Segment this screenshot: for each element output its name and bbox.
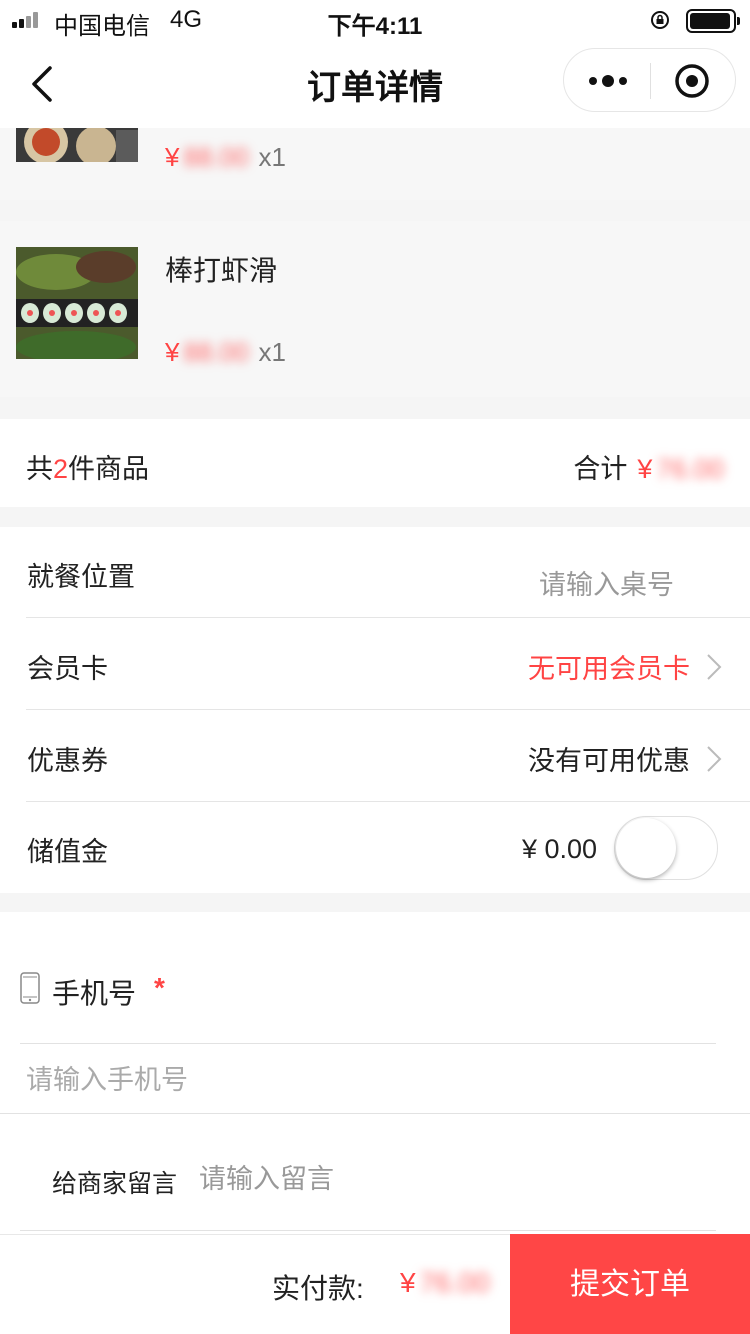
chevron-right-icon (707, 746, 722, 772)
more-icon[interactable] (586, 69, 630, 93)
product-item[interactable]: 棒打虾滑 ¥88.00 x1 (0, 221, 750, 397)
rotation-lock-icon (651, 11, 669, 29)
item-count: 共2件商品 (26, 454, 150, 484)
stored-value-toggle[interactable] (614, 816, 718, 880)
nav-bar: 订单详情 (0, 40, 750, 128)
battery-icon (686, 9, 740, 33)
status-time: 下午4:11 (327, 13, 423, 40)
stored-value-label: 储值金 (27, 837, 108, 867)
divider (20, 1230, 716, 1231)
phone-label: 手机号 (52, 978, 137, 1009)
coupon-label: 优惠券 (27, 746, 108, 776)
required-mark: * (154, 972, 165, 1003)
message-label: 给商家留言 (52, 1170, 178, 1198)
stored-value-amount: ¥ 0.00 (522, 834, 598, 864)
order-summary: 共2件商品 合计 ¥76.00 (0, 419, 750, 507)
product-image (16, 247, 138, 359)
member-card-row[interactable]: 会员卡 无可用会员卡 (0, 619, 750, 710)
section-gap (0, 200, 750, 221)
chevron-right-icon (707, 654, 722, 680)
product-item[interactable]: ¥88.00 x1 (0, 128, 750, 200)
pay-label: 实付款: (272, 1273, 364, 1304)
stored-value-row: 储值金 ¥ 0.00 (0, 802, 750, 893)
coupon-value: 没有可用优惠 (528, 746, 690, 776)
product-price: ¥88.00 x1 (165, 337, 287, 367)
mobile-phone-icon (20, 972, 40, 1004)
divider (20, 1043, 716, 1044)
member-card-label: 会员卡 (27, 654, 108, 684)
phone-input[interactable] (26, 1060, 716, 1100)
order-total: 合计 ¥76.00 (573, 454, 724, 484)
section-gap (0, 893, 750, 912)
product-quantity: x1 (258, 142, 287, 172)
product-quantity: x1 (258, 337, 287, 367)
section-gap (0, 397, 750, 419)
member-card-value: 无可用会员卡 (528, 654, 690, 684)
product-name: 棒打虾滑 (165, 255, 278, 286)
submit-order-button[interactable]: 提交订单 (510, 1234, 750, 1334)
message-input[interactable] (199, 1159, 699, 1199)
table-number-input[interactable]: 请输入桌号 (539, 563, 674, 602)
toggle-knob (616, 818, 676, 878)
product-price: ¥88.00 x1 (165, 142, 287, 172)
contact-section: 手机号 * 给商家留言 (0, 912, 750, 1232)
product-image (16, 128, 138, 162)
pay-amount: ¥76.00 (400, 1267, 490, 1298)
coupon-row[interactable]: 优惠券 没有可用优惠 (0, 711, 750, 802)
close-mini-program-icon[interactable] (674, 63, 710, 99)
checkout-bar: 实付款: ¥76.00 提交订单 (0, 1234, 750, 1334)
dining-position-row[interactable]: 就餐位置 请输入桌号 (0, 527, 750, 618)
section-gap (0, 507, 750, 527)
status-bar: 中国电信 4G 下午4:11 (0, 0, 750, 40)
mini-program-capsule (563, 48, 736, 112)
dining-position-label: 就餐位置 (27, 562, 135, 592)
divider (0, 1113, 750, 1114)
